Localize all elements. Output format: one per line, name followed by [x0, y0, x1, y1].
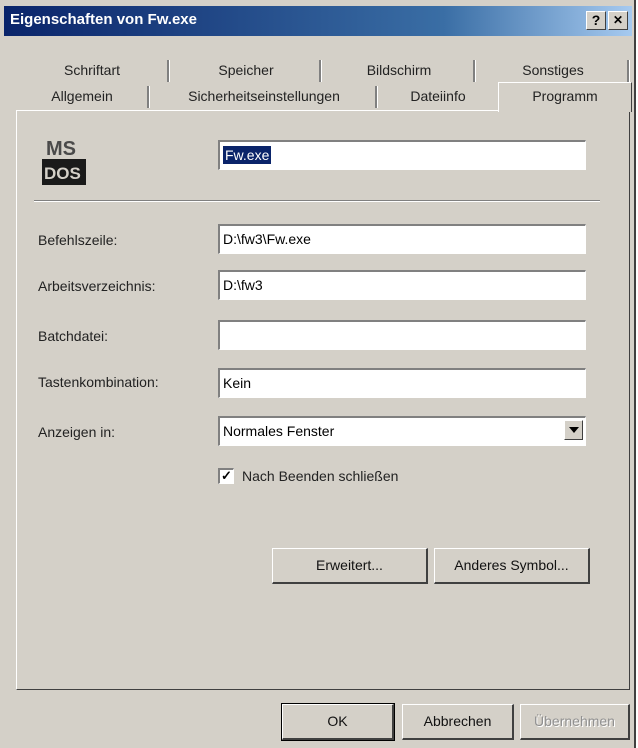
tab-label: Speicher: [218, 62, 274, 78]
tab-row-front: Allgemein Sicherheitseinstellungen Datei…: [14, 82, 498, 110]
ms-dos-icon: MS DOS: [40, 135, 90, 187]
befehlszeile-field[interactable]: D:\fw3\Fw.exe: [218, 224, 586, 254]
anzeigen-value: Normales Fenster: [223, 423, 335, 439]
program-name-field[interactable]: Fw.exe: [218, 140, 586, 170]
anzeigen-select[interactable]: Normales Fenster: [218, 416, 586, 446]
tab-sonstiges[interactable]: Sonstiges: [476, 56, 630, 84]
close-button[interactable]: ✕: [608, 11, 628, 30]
tab-allgemein[interactable]: Allgemein: [14, 82, 150, 110]
window-title: Eigenschaften von Fw.exe: [10, 11, 197, 28]
separator: [34, 200, 600, 202]
abbrechen-button[interactable]: Abbrechen: [402, 704, 514, 740]
nach-beenden-checkbox[interactable]: ✓: [218, 468, 234, 484]
tastenkombination-field[interactable]: Kein: [218, 368, 586, 398]
chevron-down-icon[interactable]: [564, 420, 583, 440]
tab-speicher[interactable]: Speicher: [170, 56, 322, 84]
tab-label: Allgemein: [51, 88, 113, 104]
tab-schriftart[interactable]: Schriftart: [14, 56, 170, 84]
tab-label: Sicherheitseinstellungen: [188, 88, 340, 104]
program-name-value: Fw.exe: [223, 146, 272, 164]
ok-button[interactable]: OK: [281, 703, 395, 741]
tab-bildschirm[interactable]: Bildschirm: [322, 56, 476, 84]
tab-dateiinfo[interactable]: Dateiinfo: [378, 82, 498, 110]
arbeitsverzeichnis-field[interactable]: D:\fw3: [218, 270, 586, 300]
befehlszeile-label: Befehlszeile:: [38, 232, 118, 248]
arbeitsverzeichnis-label: Arbeitsverzeichnis:: [38, 278, 156, 294]
properties-dialog: Eigenschaften von Fw.exe ? ✕ Schriftart …: [0, 0, 636, 748]
tab-label: Bildschirm: [366, 62, 432, 78]
icon-label-bottom: DOS: [44, 164, 81, 183]
tab-sicherheitseinstellungen[interactable]: Sicherheitseinstellungen: [150, 82, 378, 110]
anderes-symbol-button[interactable]: Anderes Symbol...: [434, 548, 590, 584]
batchdatei-label: Batchdatei:: [38, 328, 109, 344]
tab-label: Dateiinfo: [410, 88, 466, 104]
title-bar: Eigenschaften von Fw.exe ? ✕: [4, 6, 632, 36]
nach-beenden-label[interactable]: Nach Beenden schließen: [242, 468, 398, 484]
erweitert-button[interactable]: Erweitert...: [272, 548, 428, 584]
tab-row-back: Schriftart Speicher Bildschirm Sonstiges: [14, 56, 630, 84]
icon-label-top: MS: [46, 138, 76, 160]
uebernehmen-button[interactable]: Übernehmen: [520, 704, 630, 740]
tab-programm[interactable]: Programm: [498, 82, 632, 112]
anzeigen-label: Anzeigen in:: [38, 424, 116, 440]
batchdatei-field[interactable]: [218, 320, 586, 350]
tab-label: Sonstiges: [522, 62, 584, 78]
tab-label: Schriftart: [63, 62, 120, 78]
tastenkombination-label: Tastenkombination:: [38, 374, 159, 390]
help-button[interactable]: ?: [586, 11, 606, 30]
programm-panel: [16, 110, 630, 690]
